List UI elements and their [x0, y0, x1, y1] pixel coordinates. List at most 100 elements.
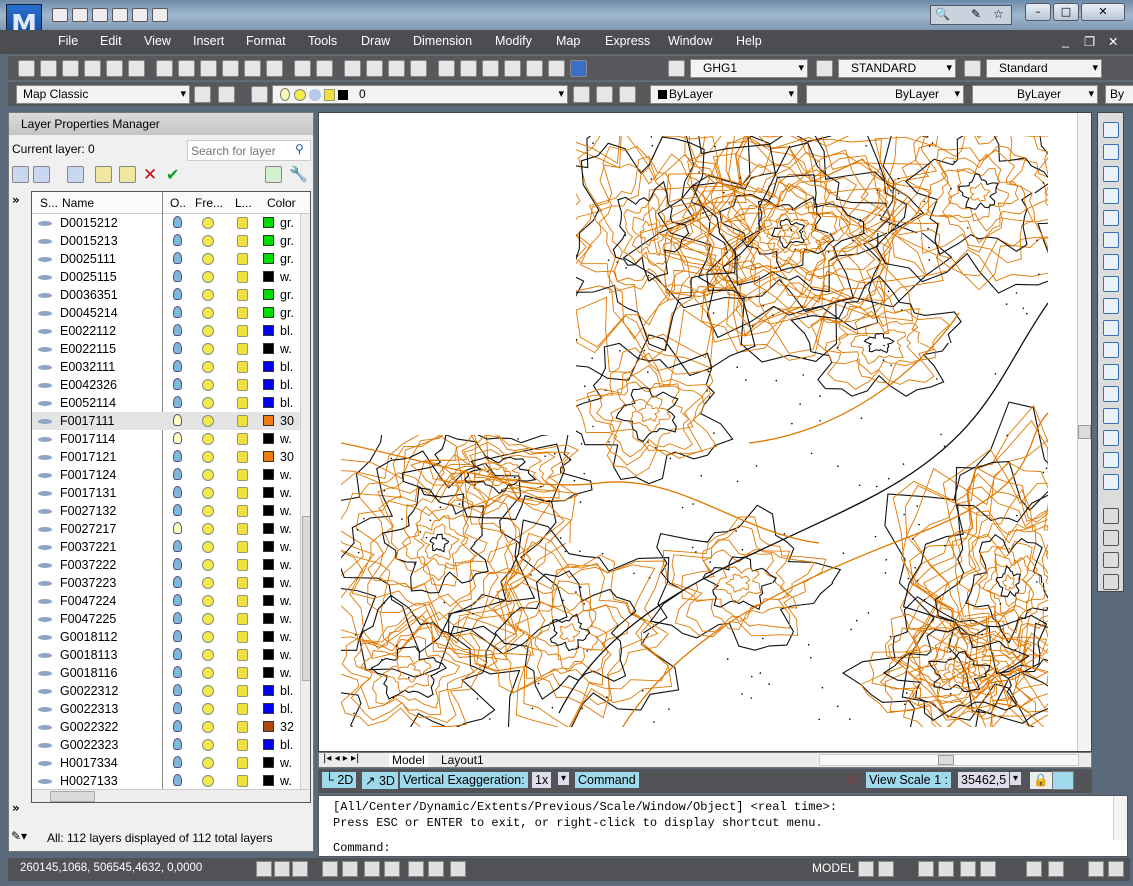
fullscreen-icon[interactable] [1088, 861, 1104, 877]
layout2-icon[interactable] [878, 861, 894, 877]
bring-to-front-icon[interactable] [1103, 508, 1119, 524]
lock-icon[interactable] [237, 379, 248, 391]
col-color[interactable]: Color [267, 196, 296, 210]
color-swatch[interactable] [263, 775, 274, 786]
color-swatch[interactable] [263, 289, 274, 300]
plot-preview-icon[interactable] [106, 60, 123, 77]
dim-style-select[interactable]: STANDARD [838, 59, 956, 78]
menu-draw[interactable]: Draw [361, 34, 390, 48]
color-swatch[interactable] [263, 703, 274, 714]
open-icon[interactable] [40, 60, 57, 77]
lock-icon[interactable] [237, 271, 248, 283]
lock-icon[interactable] [237, 721, 248, 733]
erase-icon[interactable] [1103, 122, 1119, 138]
layer-states-icon[interactable] [251, 86, 268, 103]
on-off-bulb-icon[interactable] [173, 324, 182, 336]
redo-icon[interactable] [152, 8, 168, 22]
save-icon[interactable] [92, 8, 108, 22]
send-to-back-icon[interactable] [1103, 530, 1119, 546]
lock-icon[interactable] [237, 595, 248, 607]
lock-icon[interactable] [237, 739, 248, 751]
color-swatch[interactable] [263, 577, 274, 588]
workspace-switch-icon[interactable] [1026, 861, 1042, 877]
rotate-icon[interactable] [1103, 254, 1119, 270]
scrollbar-thumb[interactable] [1078, 425, 1091, 439]
new-layer-icon[interactable] [95, 166, 112, 183]
freeze-sun-icon[interactable] [202, 667, 214, 679]
lock-icon[interactable] [237, 433, 248, 445]
color-swatch[interactable] [263, 685, 274, 696]
layer-row[interactable]: G0022322 32 [32, 718, 300, 736]
freeze-sun-icon[interactable] [202, 325, 214, 337]
command-scrollbar[interactable] [1113, 796, 1127, 840]
command-input[interactable] [399, 839, 1039, 855]
delete-layer-icon[interactable]: ✕ [143, 165, 157, 185]
exaggeration-dropdown[interactable]: ▾ [558, 772, 570, 785]
color-swatch[interactable] [263, 271, 274, 282]
dim-style-icon[interactable] [816, 60, 833, 77]
on-off-bulb-icon[interactable] [173, 396, 182, 408]
freeze-sun-icon[interactable] [202, 613, 214, 625]
freeze-sun-icon[interactable] [202, 217, 214, 229]
color-swatch[interactable] [263, 415, 274, 426]
freeze-sun-icon[interactable] [202, 361, 214, 373]
zoom-previous-icon[interactable] [410, 60, 427, 77]
open-icon[interactable] [72, 8, 88, 22]
workspace-settings-icon[interactable] [194, 86, 211, 103]
osnap-icon[interactable] [342, 861, 358, 877]
color-swatch[interactable] [263, 343, 274, 354]
zoom-realtime-icon[interactable] [366, 60, 383, 77]
color-swatch[interactable] [263, 613, 274, 624]
freeze-sun-icon[interactable] [202, 235, 214, 247]
lock-icon[interactable] [237, 451, 248, 463]
menu-window[interactable]: Window [668, 34, 712, 48]
freeze-sun-icon[interactable] [202, 775, 214, 787]
dyn-icon[interactable] [428, 861, 444, 877]
freeze-sun-icon[interactable] [202, 307, 214, 319]
scrollbar-thumb[interactable] [302, 516, 310, 681]
lock-icon[interactable]: 🔒 [1030, 772, 1052, 789]
command-window[interactable]: [All/Center/Dynamic/Extents/Previous/Sca… [318, 795, 1128, 857]
layer-isolate-icon[interactable] [619, 86, 636, 103]
view-scale-dropdown[interactable]: ▾ [1010, 772, 1022, 785]
layer-row[interactable]: H0017334 w. [32, 754, 300, 772]
scrollbar-thumb[interactable] [938, 755, 954, 765]
vertical-scrollbar[interactable] [300, 214, 310, 789]
doc-close-button[interactable]: ✕ [1108, 34, 1118, 49]
invert-filter-icon[interactable]: ✎▾ [11, 829, 27, 843]
color-swatch[interactable] [263, 667, 274, 678]
layer-states-manager-icon[interactable] [67, 166, 84, 183]
on-off-bulb-icon[interactable] [173, 378, 182, 390]
on-off-bulb-icon[interactable] [173, 342, 182, 354]
trim-icon[interactable] [1103, 320, 1119, 336]
freeze-sun-icon[interactable] [202, 685, 214, 697]
copy-icon[interactable] [1103, 144, 1119, 160]
on-off-bulb-icon[interactable] [173, 522, 182, 534]
layer-row[interactable]: G0022323 bl. [32, 736, 300, 754]
freeze-sun-icon[interactable] [202, 289, 214, 301]
sheet-set-icon[interactable] [504, 60, 521, 77]
on-off-bulb-icon[interactable] [173, 594, 182, 606]
on-off-bulb-icon[interactable] [173, 666, 182, 678]
help-icon[interactable] [570, 60, 587, 77]
close-button[interactable]: ✕ [1081, 3, 1125, 21]
layer-row[interactable]: F0017131 w. [32, 484, 300, 502]
polar-icon[interactable] [322, 861, 338, 877]
color-swatch[interactable] [263, 739, 274, 750]
freeze-sun-icon[interactable] [202, 253, 214, 265]
color-swatch[interactable] [263, 631, 274, 642]
warning-icon[interactable]: ⚠ [846, 771, 857, 786]
new-icon[interactable] [52, 8, 68, 22]
layer-properties-icon[interactable] [218, 86, 235, 103]
lock-icon[interactable] [237, 649, 248, 661]
layer-row[interactable]: F0047225 w. [32, 610, 300, 628]
cut-icon[interactable] [178, 60, 195, 77]
layer-row[interactable]: D0015213 gr. [32, 232, 300, 250]
mirror-icon[interactable] [1103, 166, 1119, 182]
lock-icon[interactable] [237, 667, 248, 679]
color-swatch[interactable] [263, 397, 274, 408]
expand-filter-tree-button[interactable]: » [12, 193, 20, 207]
on-off-bulb-icon[interactable] [173, 414, 182, 426]
menu-map[interactable]: Map [556, 34, 580, 48]
freeze-sun-icon[interactable] [202, 469, 214, 481]
